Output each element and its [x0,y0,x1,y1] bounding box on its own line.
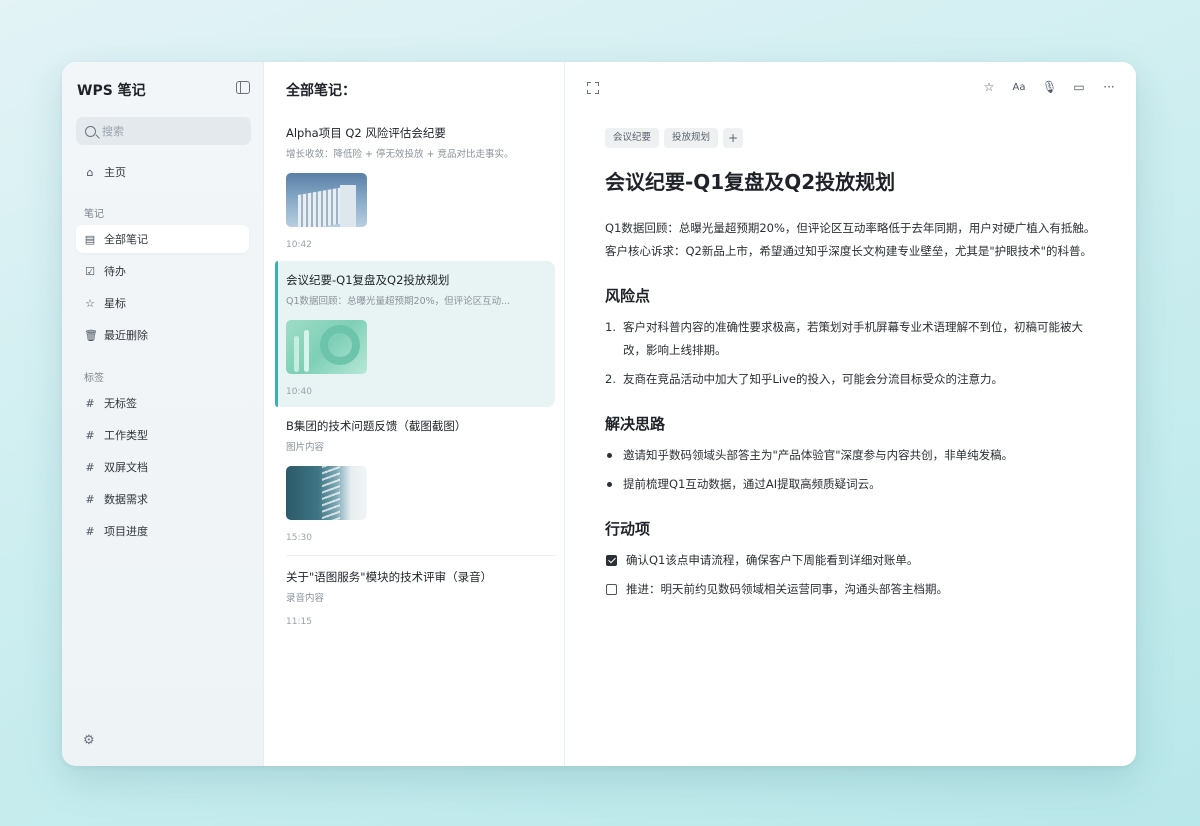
hash-icon: # [85,396,95,410]
todo-icon: ☑ [85,264,95,278]
bullet-list: 邀请知乎数码领域头部答主为"产品体验官"深度参与内容共创，非单纯发稿。 提前梳理… [605,444,1100,496]
section-label-notes: 笔记 [84,208,104,220]
sidebar-item-tag[interactable]: # 数据需求 [76,485,249,513]
todo-text: 推进：明天前约见数码领域相关运营同事，沟通头部答主档期。 [626,582,948,596]
note-title: B集团的技术问题反馈（截图截图） [286,419,467,433]
note-title: 会议纪要-Q1复盘及Q2投放规划 [286,273,450,287]
note-tags: 会议纪要 投放规划 + [605,128,744,148]
note-snippet: Q1数据回顾：总曝光量超预期20%，但评论区互动... [286,296,511,307]
list-item: 邀请知乎数码领域头部答主为"产品体验官"深度参与内容共创，非单纯发稿。 [605,444,1100,467]
nav-tags: 标签 # 无标签 # 工作类型 # 双屏文档 # 数据需求 # 项目进度 [76,366,249,545]
editor: ☆ Aa 🎙 ▭ ··· 会议纪要 投放规划 + 会议纪要-Q1复盘及Q2投放规… [565,62,1136,766]
sidebar-item-label: 双屏文档 [104,461,148,474]
note-heading: 会议纪要-Q1复盘及Q2投放规划 [605,170,896,194]
microphone-icon[interactable]: 🎙 [1042,80,1057,94]
note-title: Alpha项目 Q2 风险评估会纪要 [286,126,446,140]
list-item: 2. 友商在竞品活动中加大了知乎Live的投入，可能会分流目标受众的注意力。 [605,372,1003,386]
list-item: 1. 客户对科普内容的准确性要求极高，若策划对手机屏幕专业术语理解不到位，初稿可能… [605,320,1083,357]
sidebar-item-label: 工作类型 [104,429,148,442]
note-time: 10:42 [286,240,312,250]
paragraph: Q1数据回顾：总曝光量超预期20%，但评论区互动率略低于去年同期，用户对硬广植入… [605,221,1096,235]
nav-notes: 笔记 ▤ 全部笔记 ☑ 待办 ☆ 星标 🗑 最近删除 [76,202,249,349]
todo-item: 推进：明天前约见数码领域相关运营同事，沟通头部答主档期。 [605,578,1100,601]
todo-checkbox[interactable] [606,584,617,595]
hash-icon: # [85,428,95,442]
sidebar-item-starred[interactable]: ☆ 星标 [76,289,249,317]
search-icon [85,125,96,137]
note-thumbnail [286,320,367,374]
app-window: WPS 笔记 ⌂ 主页 笔记 ▤ 全部笔记 ☑ 待办 ☆ 星标 [62,62,1136,766]
settings-icon[interactable]: ⚙ [83,733,95,748]
note-time: 11:15 [286,617,312,627]
note-time: 15:30 [286,533,312,543]
note-thumbnail [286,173,367,227]
note-document[interactable]: 会议纪要-Q1复盘及Q2投放规划 Q1数据回顾：总曝光量超预期20%，但评论区互… [605,166,1100,607]
sidebar-item-tag[interactable]: # 双屏文档 [76,453,249,481]
note-icon: ▤ [84,232,96,246]
sidebar-item-label: 数据需求 [104,493,148,506]
sidebar-item-label: 项目进度 [104,525,148,538]
sidebar-item-todo[interactable]: ☑ 待办 [76,257,249,285]
note-card[interactable]: Alpha项目 Q2 风险评估会纪要 增长收敛：降低险 + 停无效投放 + 竞品… [275,114,555,250]
sidebar-item-label: 主页 [104,166,126,179]
sidebar-item-tag[interactable]: # 工作类型 [76,421,249,449]
more-icon[interactable]: ··· [1102,80,1116,94]
hash-icon: # [85,492,95,506]
divider [286,555,556,556]
search-input[interactable] [102,124,232,138]
sidebar-item-tag[interactable]: # 无标签 [76,389,249,417]
expand-icon[interactable] [587,82,599,94]
section-heading: 风险点 [605,287,651,305]
sidebar-item-label: 全部笔记 [104,233,148,246]
note-card-selected[interactable]: 会议纪要-Q1复盘及Q2投放规划 Q1数据回顾：总曝光量超预期20%，但评论区互… [275,261,555,407]
sidebar-collapse-icon[interactable] [236,81,250,94]
sidebar-item-label: 无标签 [104,397,137,410]
section-heading: 解决思路 [605,415,666,433]
section-label-tags: 标签 [84,372,104,384]
todo-text: 确认Q1该点申请流程，确保客户下周能看到详细对账单。 [626,553,919,567]
sidebar-item-recently-deleted[interactable]: 🗑 最近删除 [76,321,249,349]
note-list: 全部笔记： Alpha项目 Q2 风险评估会纪要 增长收敛：降低险 + 停无效投… [264,62,565,766]
sidebar-item-label: 最近删除 [104,329,148,342]
todo-checkbox-checked[interactable] [606,555,617,566]
editor-toolbar: ☆ Aa 🎙 ▭ ··· [982,80,1116,94]
app-title: WPS 笔记 [77,83,146,99]
sidebar-item-label: 待办 [104,265,126,278]
note-title: 关于"语图服务"模块的技术评审（录音） [286,570,493,584]
numbered-list: 1. 客户对科普内容的准确性要求极高，若策划对手机屏幕专业术语理解不到位，初稿可能… [605,316,1100,391]
note-tag[interactable]: 会议纪要 [605,128,660,148]
star-icon[interactable]: ☆ [982,80,996,94]
search-box[interactable] [76,117,251,145]
todo-item: 确认Q1该点申请流程，确保客户下周能看到详细对账单。 [605,549,1100,572]
note-thumbnail [286,466,367,520]
note-card[interactable]: B集团的技术问题反馈（截图截图） 图片内容 15:30 [275,407,555,543]
nav-main: ⌂ 主页 [76,158,249,186]
note-snippet: 增长收敛：降低险 + 停无效投放 + 竞品对比走事实。 [286,149,514,160]
note-list-title: 全部笔记： [286,83,356,99]
sidebar-item-tag[interactable]: # 项目进度 [76,517,249,545]
note-snippet: 图片内容 [286,442,325,453]
note-snippet: 录音内容 [286,593,325,604]
star-icon: ☆ [85,296,95,310]
comment-icon[interactable]: ▭ [1072,80,1086,94]
hash-icon: # [85,524,95,538]
sidebar: WPS 笔记 ⌂ 主页 笔记 ▤ 全部笔记 ☑ 待办 ☆ 星标 [62,62,264,766]
trash-icon: 🗑 [84,328,98,342]
note-card[interactable]: 关于"语图服务"模块的技术评审（录音） 录音内容 11:15 [275,558,555,627]
paragraph: 客户核心诉求：Q2新品上市，希望通过知乎深度长文构建专业壁垒，尤其是"护眼技术"… [605,244,1092,258]
font-format-icon[interactable]: Aa [1012,82,1026,93]
sidebar-item-label: 星标 [104,297,126,310]
home-icon: ⌂ [86,165,94,179]
note-time: 10:40 [286,387,312,397]
sidebar-item-all-notes[interactable]: ▤ 全部笔记 [76,225,249,253]
note-tag[interactable]: 投放规划 [664,128,719,148]
add-tag-button[interactable]: + [723,128,744,148]
sidebar-item-home[interactable]: ⌂ 主页 [76,158,249,186]
section-heading: 行动项 [605,520,651,538]
hash-icon: # [85,460,95,474]
list-item: 提前梳理Q1互动数据，通过AI提取高频质疑词云。 [605,473,1100,496]
